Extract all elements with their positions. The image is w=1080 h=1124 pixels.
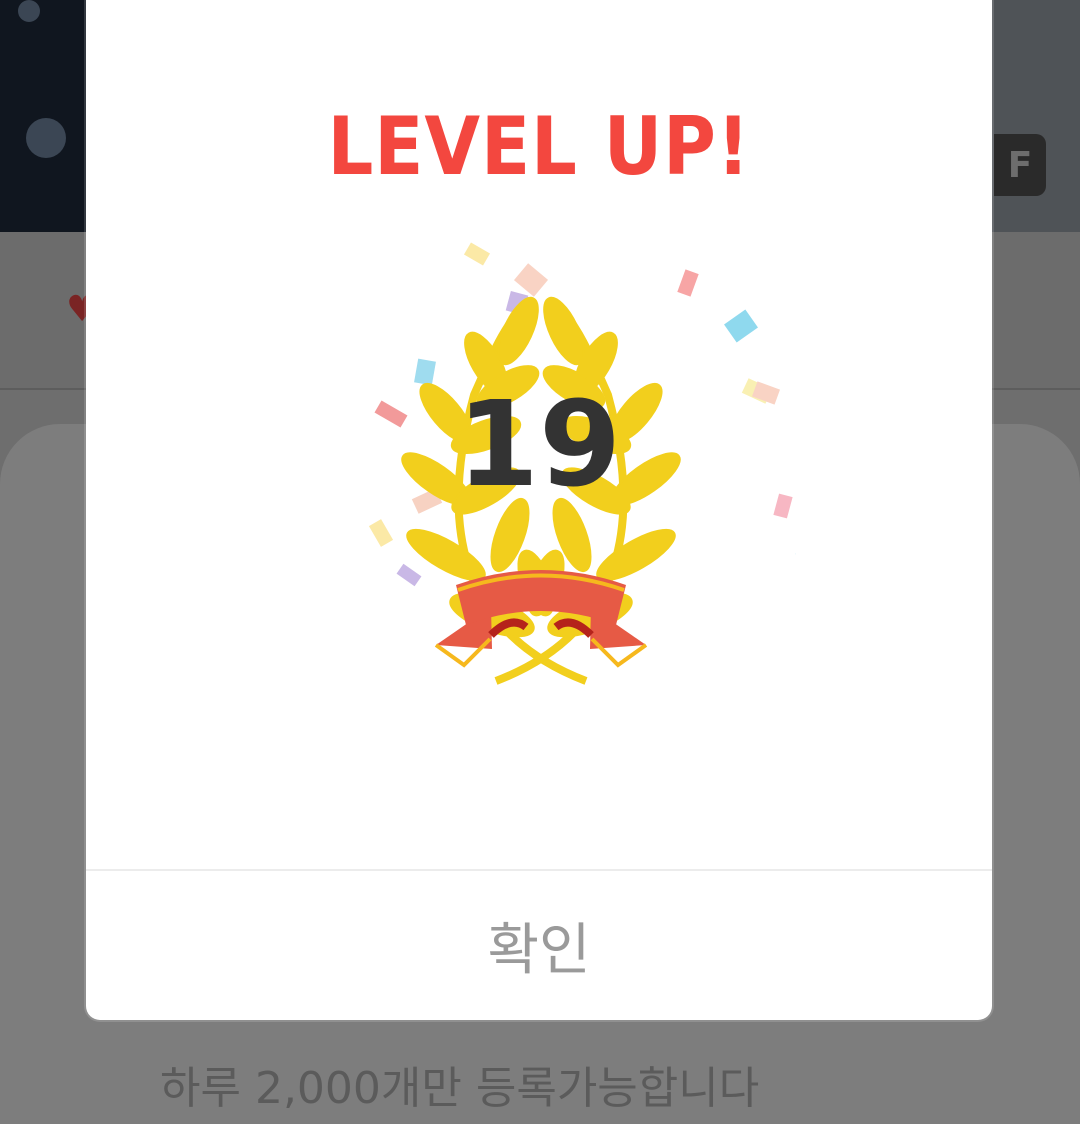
background-badge: F — [994, 134, 1046, 196]
background-badge-text: F — [1008, 145, 1033, 186]
background-bokeh-dot — [18, 0, 40, 22]
level-number: 19 — [86, 385, 992, 503]
ribbon-banner-icon — [436, 570, 646, 665]
background-photo-dark-area — [0, 0, 90, 232]
dialog-title: LEVEL UP! — [131, 100, 946, 193]
level-up-dialog: LEVEL UP! — [86, 0, 992, 1020]
confirm-button[interactable]: 확인 — [86, 871, 992, 1020]
background-bokeh-dot — [26, 118, 66, 158]
background-notice-text: 하루 2,000개만 등록가능합니다 — [160, 1052, 920, 1116]
confirm-button-label: 확인 — [487, 905, 590, 986]
